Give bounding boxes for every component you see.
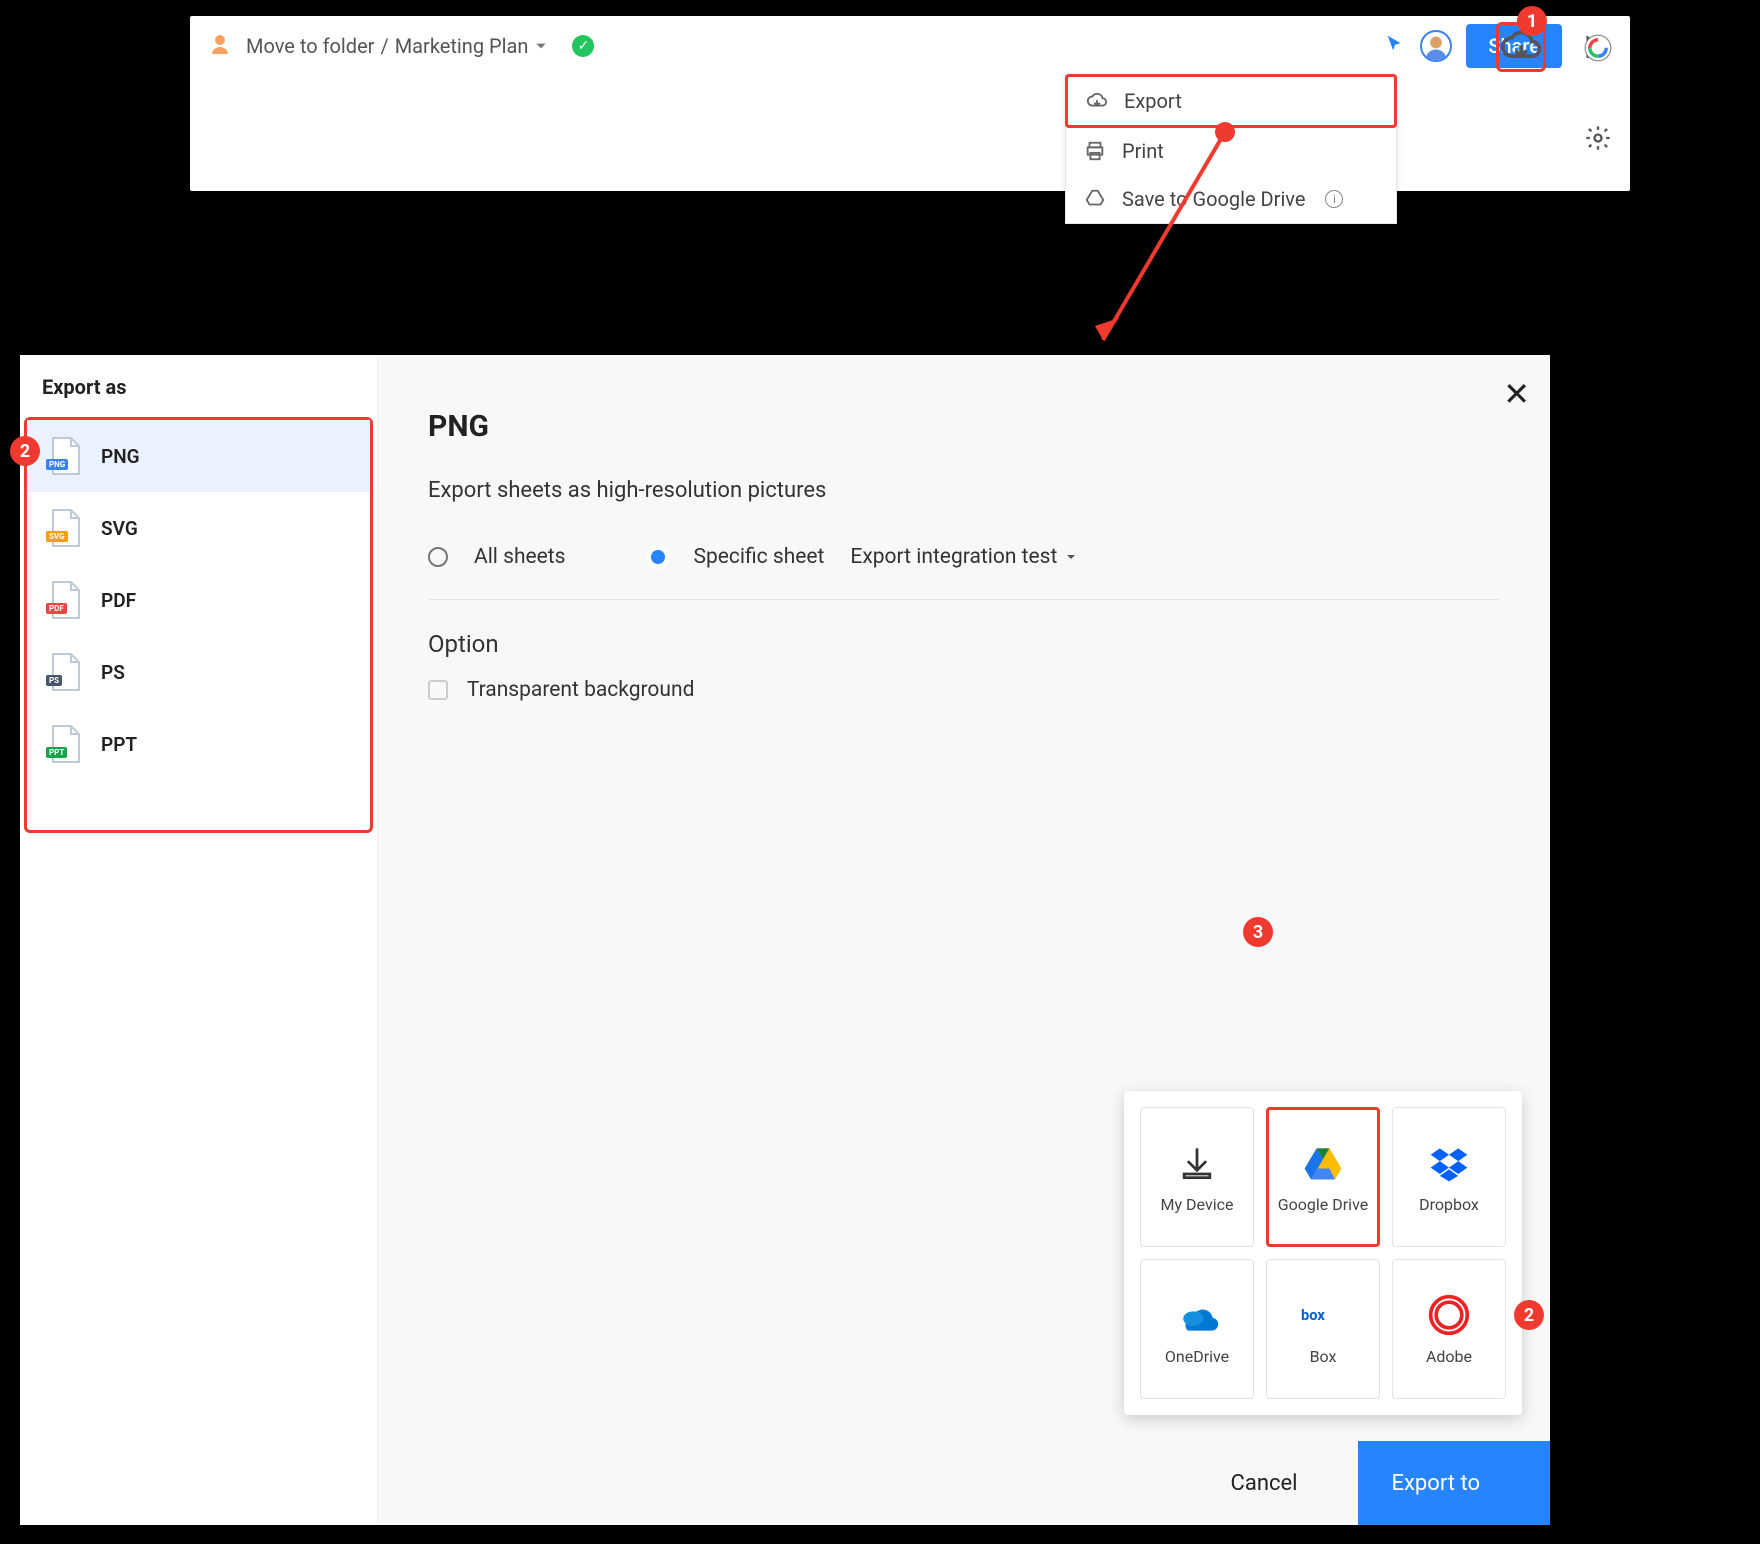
export-title: PNG xyxy=(428,409,1500,444)
format-item-svg[interactable]: SVG SVG xyxy=(27,492,370,564)
settings-icon[interactable] xyxy=(1584,124,1612,156)
close-icon[interactable]: ✕ xyxy=(1503,375,1530,413)
target-label: Box xyxy=(1310,1347,1337,1366)
export-to-label: Export to xyxy=(1392,1471,1481,1496)
target-dropbox[interactable]: Dropbox xyxy=(1392,1107,1506,1247)
app-window: Move to folder / Marketing Plan ✓ Share xyxy=(190,16,1630,191)
presence-icon xyxy=(208,32,232,60)
cancel-button[interactable]: Cancel xyxy=(1231,1471,1298,1496)
callout-badge-3: 3 xyxy=(1243,917,1273,947)
format-item-ppt[interactable]: PPT PPT xyxy=(27,708,370,780)
extension-icon[interactable] xyxy=(1584,34,1612,62)
format-label: SVG xyxy=(101,517,138,540)
target-label: Adobe xyxy=(1426,1347,1472,1366)
sheet-selector[interactable]: Export integration test xyxy=(850,545,1077,569)
cursor-icon[interactable] xyxy=(1384,33,1406,59)
transparent-checkbox[interactable] xyxy=(428,680,448,700)
chevron-down-icon[interactable] xyxy=(534,34,548,58)
callout-badge-2: 2 xyxy=(10,436,40,466)
transparent-label: Transparent background xyxy=(467,678,695,702)
chevron-down-icon xyxy=(1065,551,1077,563)
info-icon: i xyxy=(1325,190,1343,208)
format-list: PNG PNG SVG SVG PDF PDF xyxy=(24,417,373,833)
breadcrumb-parent: Move to folder xyxy=(246,34,374,58)
format-label: PNG xyxy=(101,445,140,468)
sheet-name: Export integration test xyxy=(850,545,1057,569)
radio-specific-sheet[interactable] xyxy=(648,547,668,567)
callout-badge-footer-2: 2 xyxy=(1514,1300,1544,1330)
target-label: Google Drive xyxy=(1278,1195,1368,1214)
export-target-panel: My Device Google Drive Dropbox OneDrive … xyxy=(1124,1091,1522,1415)
target-label: OneDrive xyxy=(1165,1347,1229,1366)
export-format-sidebar: Export as PNG PNG SVG SVG PDF xyxy=(20,355,378,1525)
target-onedrive[interactable]: OneDrive xyxy=(1140,1259,1254,1399)
radio-specific-label: Specific sheet xyxy=(694,545,825,569)
format-item-ps[interactable]: PS PS xyxy=(27,636,370,708)
file-pdf-icon: PDF xyxy=(49,580,81,620)
topbar: Move to folder / Marketing Plan ✓ Share xyxy=(190,16,1630,76)
callout-badge-1: 1 xyxy=(1517,6,1547,36)
user-avatar[interactable] xyxy=(1420,30,1452,62)
breadcrumb[interactable]: Move to folder / Marketing Plan xyxy=(246,34,548,58)
format-label: PS xyxy=(101,661,125,684)
menu-label: Export xyxy=(1124,89,1182,113)
format-item-pdf[interactable]: PDF PDF xyxy=(27,564,370,636)
target-my-device[interactable]: My Device xyxy=(1140,1107,1254,1247)
format-label: PPT xyxy=(101,733,137,756)
export-to-button[interactable]: Export to xyxy=(1358,1441,1551,1525)
dialog-footer: Cancel Export to xyxy=(736,1441,1550,1525)
radio-all-label: All sheets xyxy=(474,545,566,569)
file-svg-icon: SVG xyxy=(49,508,81,548)
target-box[interactable]: box Box xyxy=(1266,1259,1380,1399)
target-label: My Device xyxy=(1161,1195,1234,1214)
file-png-icon: PNG xyxy=(49,436,81,476)
radio-all-sheets[interactable] xyxy=(428,547,448,567)
export-dialog: Export as PNG PNG SVG SVG PDF xyxy=(20,355,1550,1525)
sheet-scope-row: All sheets Specific sheet Export integra… xyxy=(428,545,1500,600)
breadcrumb-current: Marketing Plan xyxy=(395,34,529,58)
format-item-png[interactable]: PNG PNG xyxy=(27,420,370,492)
export-main-panel: ✕ PNG Export sheets as high-resolution p… xyxy=(378,355,1550,1525)
sync-ok-icon: ✓ xyxy=(572,35,594,57)
format-label: PDF xyxy=(101,589,136,612)
option-heading: Option xyxy=(428,630,1500,658)
file-ps-icon: PS xyxy=(49,652,81,692)
export-subtitle: Export sheets as high-resolution picture… xyxy=(428,478,1500,503)
transparent-row[interactable]: Transparent background xyxy=(428,678,1500,702)
target-google-drive[interactable]: Google Drive xyxy=(1266,1107,1380,1247)
target-label: Dropbox xyxy=(1419,1195,1479,1214)
file-ppt-icon: PPT xyxy=(49,724,81,764)
callout-arrow xyxy=(1085,118,1245,358)
sidebar-title: Export as xyxy=(20,375,377,417)
target-adobe[interactable]: Adobe xyxy=(1392,1259,1506,1399)
svg-text:box: box xyxy=(1301,1305,1325,1323)
